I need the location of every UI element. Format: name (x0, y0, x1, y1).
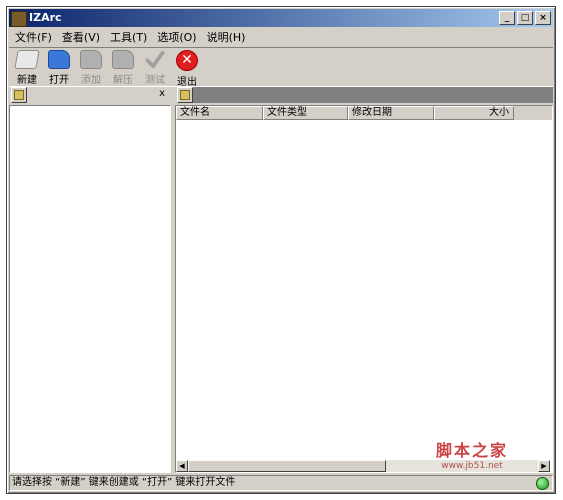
folder-tree[interactable] (9, 105, 171, 473)
open-label: 打开 (49, 75, 69, 86)
menu-view[interactable]: 查看(V) (62, 29, 100, 45)
close-button[interactable]: × (535, 11, 551, 25)
menu-file[interactable]: 文件(F) (15, 29, 52, 45)
extract-button[interactable]: 解压 (109, 48, 137, 86)
new-archive-icon (14, 50, 40, 69)
column-size[interactable]: 大小 (434, 106, 514, 120)
scroll-right-button[interactable]: ▶ (538, 460, 550, 472)
toolbar: 新建 打开 添加 解压 测试 ✕ 退出 (9, 47, 553, 88)
archive-path-bar (193, 87, 553, 103)
title-bar[interactable]: IZArc _ □ × (9, 9, 553, 27)
folder-pane-header: x (9, 87, 171, 103)
exit-button[interactable]: ✕ 退出 (173, 48, 201, 88)
exit-icon: ✕ (176, 50, 198, 71)
new-label: 新建 (17, 75, 37, 86)
open-button[interactable]: 打开 (45, 48, 73, 86)
app-icon (11, 11, 27, 27)
menu-help[interactable]: 说明(H) (207, 29, 246, 45)
extract-icon (112, 50, 134, 69)
folder-pane: x (9, 87, 171, 473)
new-button[interactable]: 新建 (13, 48, 41, 86)
archive-pane: 文件名 文件类型 修改日期 大小 ◀ ▶ (175, 87, 553, 473)
watermark-url: www.jb51.net (441, 461, 503, 471)
main-window: IZArc _ □ × 文件(F) 查看(V) 工具(T) 选项(O) 说明(H… (6, 6, 556, 494)
add-label: 添加 (81, 75, 101, 86)
file-list[interactable]: 文件名 文件类型 修改日期 大小 ◀ ▶ (175, 105, 553, 473)
column-modified[interactable]: 修改日期 (348, 106, 434, 120)
add-files-icon (80, 50, 102, 69)
status-text: 请选择按 “新建” 键来创建或 “打开” 键来打开文件 (12, 477, 236, 488)
folder-pane-close-button[interactable]: x (159, 88, 165, 99)
watermark: 脚本之家 www.jb51.net (436, 437, 508, 471)
folder-up-button[interactable] (11, 87, 27, 103)
status-light-icon (536, 477, 549, 490)
archive-up-button[interactable] (177, 87, 193, 103)
maximize-button[interactable]: □ (517, 11, 533, 25)
file-list-header: 文件名 文件类型 修改日期 大小 (176, 106, 552, 120)
window-controls: _ □ × (499, 11, 551, 25)
test-check-icon (145, 50, 165, 69)
column-filetype[interactable]: 文件类型 (263, 106, 348, 120)
scroll-thumb[interactable] (188, 460, 386, 472)
menu-tools[interactable]: 工具(T) (110, 29, 147, 45)
add-button[interactable]: 添加 (77, 48, 105, 86)
test-button[interactable]: 测试 (141, 48, 169, 86)
menu-options[interactable]: 选项(O) (157, 29, 196, 45)
watermark-title: 脚本之家 (436, 441, 509, 460)
exit-label: 退出 (177, 77, 197, 88)
extract-label: 解压 (113, 75, 133, 86)
window-title: IZArc (29, 11, 62, 24)
menu-bar: 文件(F) 查看(V) 工具(T) 选项(O) 说明(H) (9, 28, 553, 46)
archive-pane-header (175, 87, 553, 103)
test-label: 测试 (145, 75, 165, 86)
scroll-left-button[interactable]: ◀ (176, 460, 188, 472)
column-filename[interactable]: 文件名 (176, 106, 263, 120)
status-bar: 请选择按 “新建” 键来创建或 “打开” 键来打开文件 (9, 475, 553, 491)
minimize-button[interactable]: _ (499, 11, 515, 25)
open-archive-icon (48, 50, 70, 69)
